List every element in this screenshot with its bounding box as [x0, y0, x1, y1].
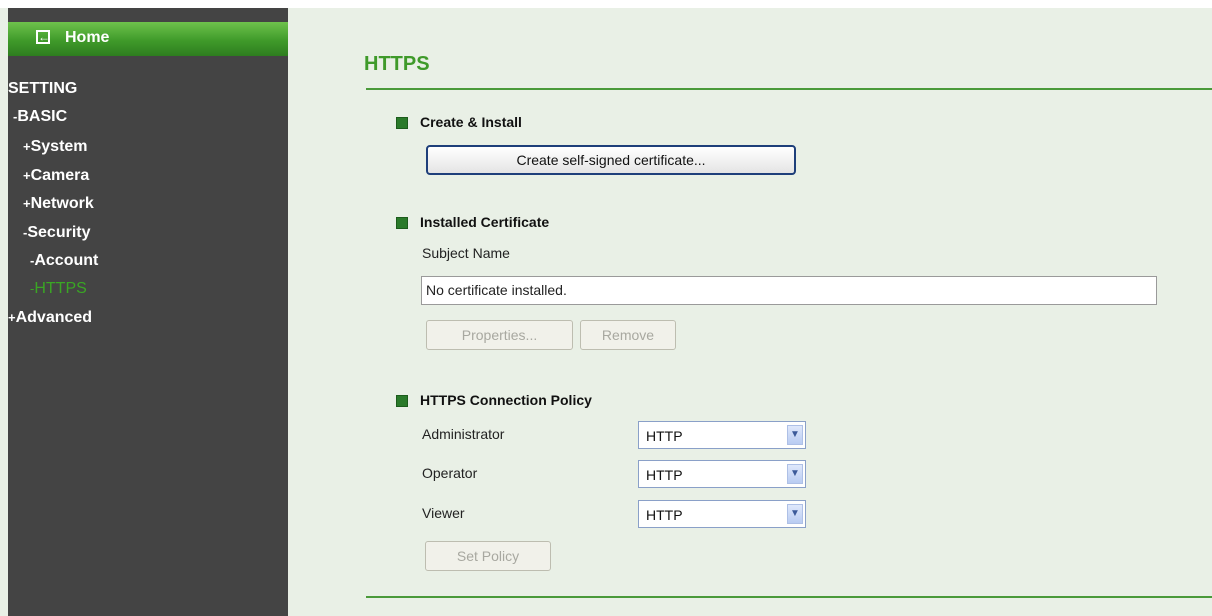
chevron-down-icon[interactable]: ▼ — [787, 425, 803, 445]
page-title: HTTPS — [364, 53, 430, 75]
operator-label: Operator — [422, 465, 478, 481]
sidebar-item-security[interactable]: -Security — [23, 224, 90, 242]
sidebar: ← Home SETTING -BASIC +System +Camera +N… — [8, 8, 288, 616]
installed-certificate-header: Installed Certificate — [420, 214, 550, 230]
section-bullet-icon — [396, 217, 408, 229]
administrator-select-value: HTTP — [646, 428, 683, 444]
create-install-header: Create & Install — [420, 114, 522, 130]
administrator-label: Administrator — [422, 426, 505, 442]
create-certificate-button[interactable]: Create self-signed certificate... — [426, 145, 796, 175]
viewer-select[interactable]: HTTP ▼ — [638, 500, 806, 528]
viewer-label: Viewer — [422, 505, 465, 521]
subject-name-field: No certificate installed. — [421, 276, 1157, 305]
remove-button: Remove — [580, 320, 676, 350]
title-divider — [366, 88, 1212, 90]
sidebar-item-account[interactable]: -Account — [30, 252, 98, 270]
chevron-down-icon[interactable]: ▼ — [787, 464, 803, 484]
viewer-select-value: HTTP — [646, 507, 683, 523]
back-arrow-icon: ← — [36, 30, 50, 44]
subject-name-label: Subject Name — [422, 245, 510, 261]
chevron-down-icon[interactable]: ▼ — [787, 504, 803, 524]
section-bullet-icon — [396, 395, 408, 407]
sidebar-item-advanced[interactable]: +Advanced — [8, 309, 92, 327]
bottom-divider — [366, 596, 1212, 598]
properties-button: Properties... — [426, 320, 573, 350]
administrator-select[interactable]: HTTP ▼ — [638, 421, 806, 449]
top-strip — [0, 0, 1212, 8]
home-link[interactable]: ← Home — [8, 22, 288, 56]
connection-policy-header: HTTPS Connection Policy — [420, 392, 592, 408]
sidebar-item-camera[interactable]: +Camera — [23, 167, 89, 185]
set-policy-button: Set Policy — [425, 541, 551, 571]
sidebar-item-https[interactable]: -HTTPS — [30, 280, 87, 298]
sidebar-item-basic[interactable]: -BASIC — [13, 108, 67, 126]
operator-select[interactable]: HTTP ▼ — [638, 460, 806, 488]
sidebar-item-network[interactable]: +Network — [23, 195, 94, 213]
sidebar-item-system[interactable]: +System — [23, 138, 88, 156]
sidebar-setting-heading: SETTING — [8, 80, 78, 97]
section-bullet-icon — [396, 117, 408, 129]
operator-select-value: HTTP — [646, 467, 683, 483]
home-label: Home — [65, 29, 110, 46]
